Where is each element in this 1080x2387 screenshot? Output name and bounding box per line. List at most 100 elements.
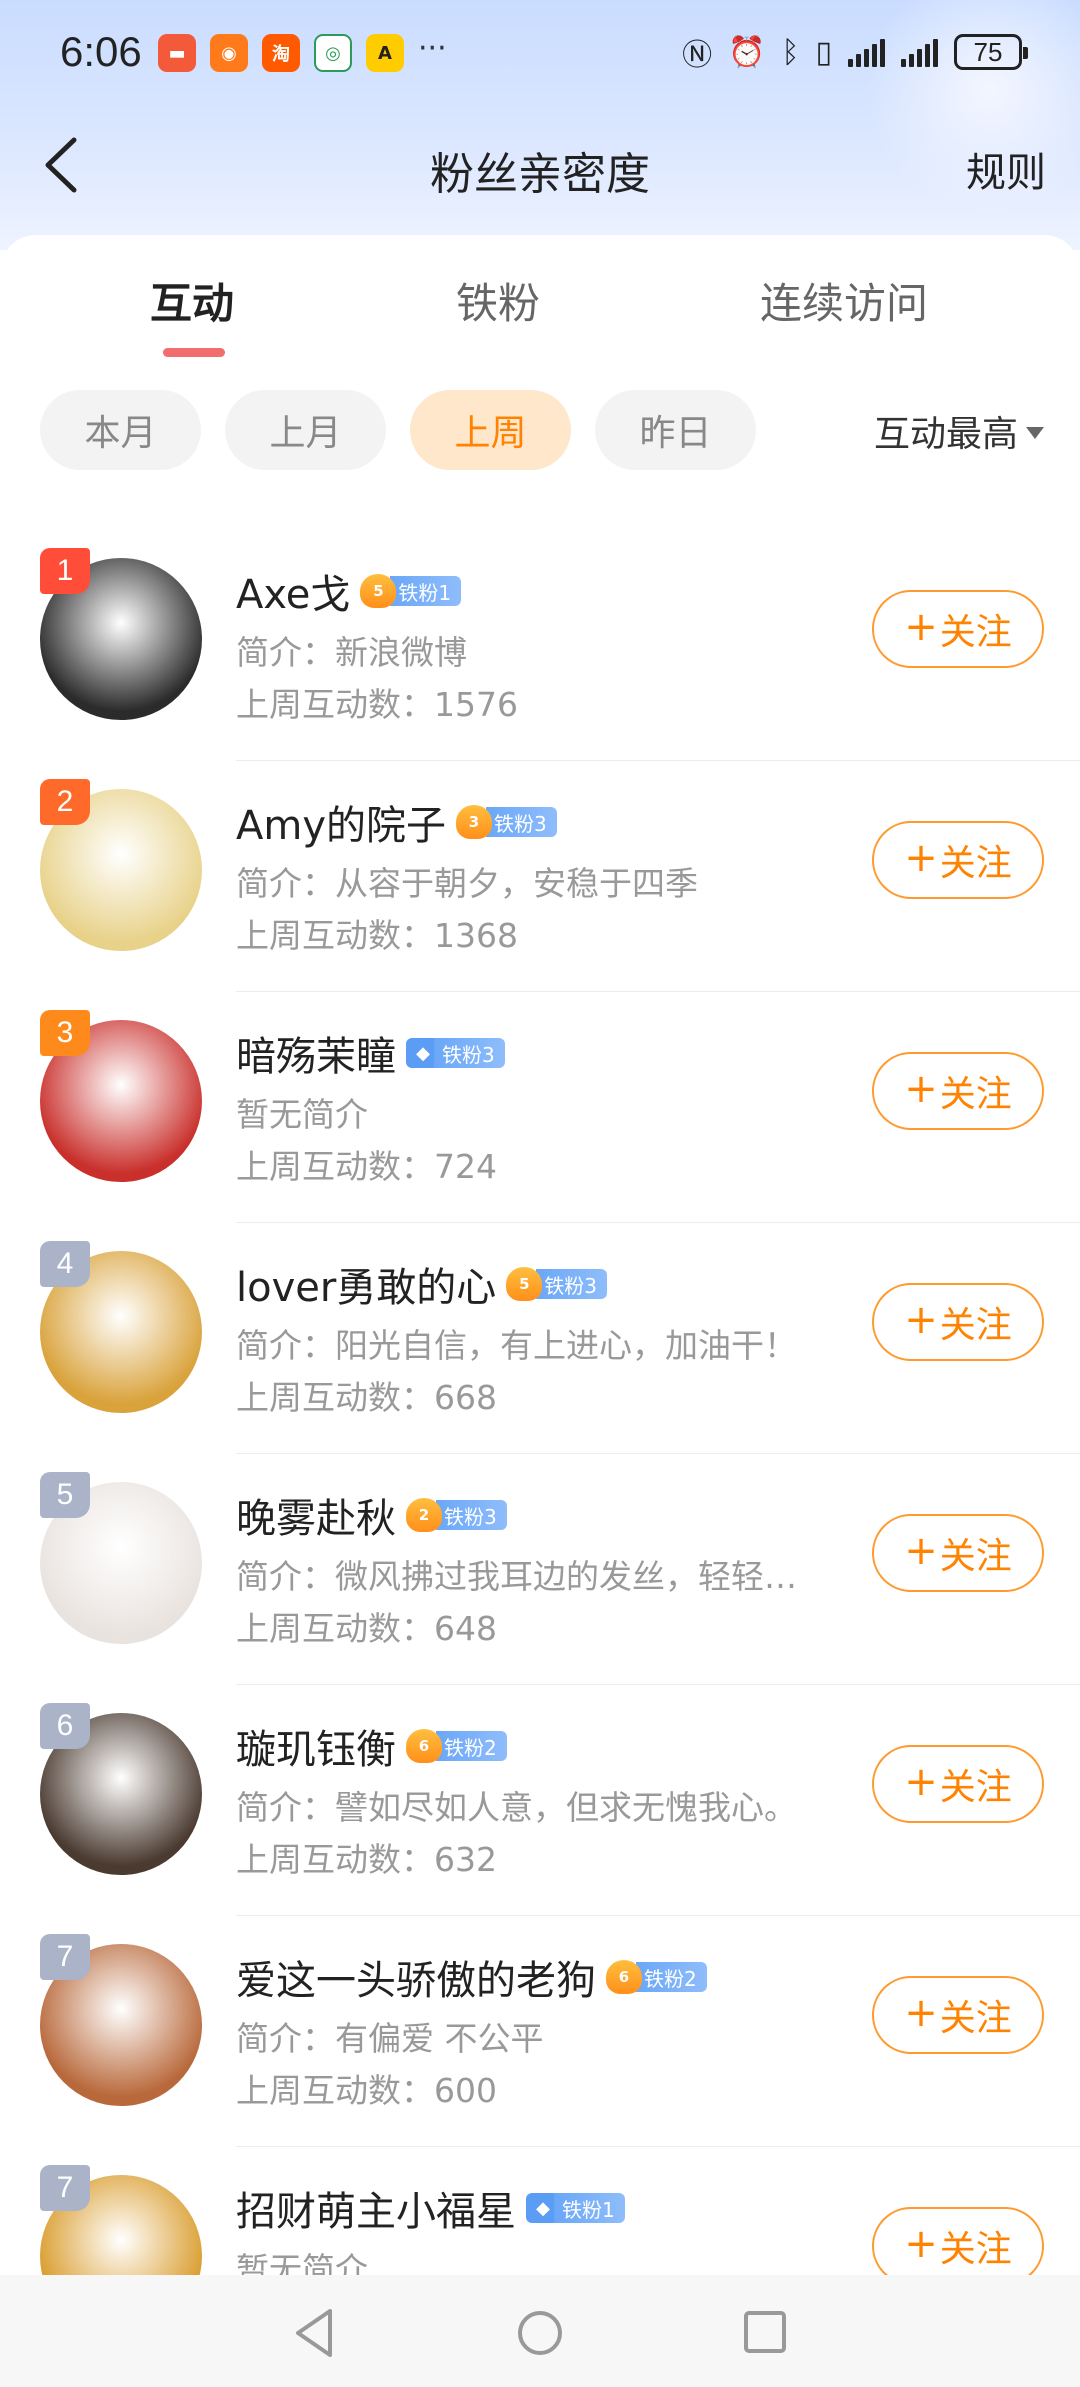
- rank-badge: 4: [40, 1241, 90, 1287]
- follow-button[interactable]: + 关注: [872, 1514, 1044, 1592]
- fan-row[interactable]: 7 爱这一头骄傲的老狗 6 铁粉2 简介：有偏爱 不公平 上周互动数：600 + 关注: [0, 1916, 1080, 2147]
- fan-bio: 简介：微风拂过我耳边的发丝，轻轻…: [236, 1557, 797, 1596]
- follow-label: 关注: [939, 843, 1012, 884]
- tab-iron-fans[interactable]: 铁粉: [456, 270, 540, 331]
- follow-button[interactable]: + 关注: [872, 1745, 1044, 1823]
- iron-fan-badge: 3 铁粉3: [456, 805, 557, 839]
- interaction-count: 上周互动数：668: [236, 1378, 497, 1417]
- fan-name[interactable]: 爱这一头骄傲的老狗: [236, 1948, 596, 2006]
- tab-bar: 互动 铁粉 连续访问: [0, 270, 1080, 360]
- signal-icon-2: [901, 37, 938, 67]
- battery-icon: 75: [954, 34, 1028, 70]
- follow-button[interactable]: + 关注: [872, 1976, 1044, 2054]
- rank-badge: 6: [40, 1703, 90, 1749]
- fan-name[interactable]: 暗殇茉瞳: [236, 1024, 396, 1082]
- iron-fan-badge: ◆ 铁粉1: [526, 2191, 625, 2225]
- alarm-icon: ⏰: [728, 34, 766, 70]
- fan-name[interactable]: Axe戈: [236, 562, 350, 620]
- nav-back-icon[interactable]: [290, 2305, 340, 2361]
- signal-icon: [848, 37, 885, 67]
- fan-bio: 简介：阳光自信，有上进心，加油干！: [236, 1326, 797, 1365]
- follow-button[interactable]: + 关注: [872, 2207, 1044, 2285]
- filter-this-month[interactable]: 本月: [40, 390, 201, 470]
- crown-icon: 2: [406, 1498, 442, 1532]
- interaction-count: 上周互动数：724: [236, 1147, 497, 1186]
- fan-intimacy-page: 6:06 ▬ ◉ 淘 ◎ A ··· Ⓝ ⏰ ᛒ ▯ 75 粉丝亲密度 规则 互…: [0, 0, 1080, 2387]
- rank-badge: 5: [40, 1472, 90, 1518]
- name-line: 璇玑钰衡 6 铁粉2: [236, 1717, 507, 1775]
- tab-indicator: [163, 348, 225, 357]
- rules-button[interactable]: 规则: [966, 140, 1046, 198]
- follow-label: 关注: [939, 1998, 1012, 2039]
- follow-button[interactable]: + 关注: [872, 1052, 1044, 1130]
- fan-name[interactable]: 璇玑钰衡: [236, 1717, 396, 1775]
- time-filters: 本月 上月 上周 昨日: [40, 390, 756, 470]
- badge-text: 铁粉1: [390, 576, 462, 606]
- follow-button[interactable]: + 关注: [872, 821, 1044, 899]
- fan-bio: 简介：有偏爱 不公平: [236, 2019, 544, 2058]
- fan-name[interactable]: 招财萌主小福星: [236, 2179, 516, 2237]
- badge-text: 铁粉3: [434, 1038, 505, 1068]
- interaction-count: 上周互动数：600: [236, 2071, 497, 2110]
- follow-button[interactable]: + 关注: [872, 590, 1044, 668]
- fan-name[interactable]: lover勇敢的心: [236, 1255, 496, 1313]
- follow-button[interactable]: + 关注: [872, 1283, 1044, 1361]
- bank-icon: ◎: [314, 34, 352, 72]
- fan-row[interactable]: 3 暗殇茉瞳 ◆ 铁粉3 暂无简介 上周互动数：724 + 关注: [0, 992, 1080, 1223]
- fan-row[interactable]: 1 Axe戈 5 铁粉1 简介：新浪微博上周互动数：1576 + 关注: [0, 530, 1080, 761]
- rank-badge: 2: [40, 779, 90, 825]
- tab-continuous-visits[interactable]: 连续访问: [760, 270, 928, 331]
- nav-recents-icon[interactable]: [740, 2305, 790, 2361]
- badge-text: 铁粉1: [554, 2193, 625, 2223]
- iron-fan-badge: 6 铁粉2: [606, 1960, 707, 1994]
- filter-yesterday[interactable]: 昨日: [595, 390, 756, 470]
- fan-row[interactable]: 5 晚雾赴秋 2 铁粉3 简介：微风拂过我耳边的发丝，轻轻… 上周互动数：648 + 关注: [0, 1454, 1080, 1685]
- taobao-icon: 淘: [262, 34, 300, 72]
- fan-row[interactable]: 6 璇玑钰衡 6 铁粉2 简介：譬如尽如人意，但求无愧我心。 上周互动数：632 + 关注: [0, 1685, 1080, 1916]
- name-line: 爱这一头骄傲的老狗 6 铁粉2: [236, 1948, 707, 2006]
- sort-dropdown[interactable]: 互动最高: [874, 405, 1044, 457]
- iron-fan-badge: 2 铁粉3: [406, 1498, 507, 1532]
- plus-icon: +: [904, 1528, 938, 1574]
- fan-name[interactable]: 晚雾赴秋: [236, 1486, 396, 1544]
- crown-icon: 3: [456, 805, 492, 839]
- filter-last-week[interactable]: 上周: [410, 390, 571, 470]
- sort-label: 互动最高: [873, 414, 1018, 455]
- crown-icon: 6: [606, 1960, 642, 1994]
- notification-icons: ▬ ◉ 淘 ◎ A ···: [158, 34, 447, 72]
- yellow-app-icon: A: [366, 34, 404, 72]
- rank-badge: 7: [40, 2165, 90, 2211]
- follow-label: 关注: [939, 1074, 1012, 1115]
- follow-label: 关注: [939, 1305, 1012, 1346]
- interaction-count: 上周互动数：1576: [236, 685, 518, 724]
- system-icons: Ⓝ ⏰ ᛒ ▯ 75: [682, 30, 1028, 74]
- filter-last-month[interactable]: 上月: [225, 390, 386, 470]
- fan-row[interactable]: 4 lover勇敢的心 5 铁粉3 简介：阳光自信，有上进心，加油干！ 上周互动数：668…: [0, 1223, 1080, 1454]
- badge-text: 铁粉2: [436, 1731, 507, 1761]
- badge-text: 铁粉3: [486, 807, 557, 837]
- nav-home-icon[interactable]: [515, 2305, 565, 2361]
- page-title: 粉丝亲密度: [430, 149, 650, 200]
- rank-badge: 1: [40, 548, 90, 594]
- fan-bio: 简介：新浪微博: [236, 633, 467, 672]
- crown-icon: 5: [506, 1267, 543, 1301]
- more-notifications-icon: ···: [418, 31, 447, 66]
- plus-icon: +: [904, 1066, 938, 1112]
- crown-icon: 5: [360, 574, 397, 608]
- badge-text: 铁粉2: [636, 1962, 707, 1992]
- system-navigation-bar: [0, 2275, 1080, 2387]
- rank-badge: 7: [40, 1934, 90, 1980]
- badge-text: 铁粉3: [536, 1269, 608, 1299]
- plus-icon: +: [904, 1990, 938, 2036]
- fan-name[interactable]: Amy的院子: [236, 793, 446, 851]
- plus-icon: +: [904, 1759, 938, 1805]
- name-line: Axe戈 5 铁粉1: [236, 562, 462, 620]
- iron-fan-badge: 5 铁粉1: [360, 574, 462, 608]
- interaction-count: 上周互动数：648: [236, 1609, 497, 1648]
- tab-interaction[interactable]: 互动: [150, 270, 234, 331]
- interaction-count: 上周互动数：632: [236, 1840, 497, 1879]
- interaction-count: 上周互动数：1368: [236, 916, 518, 955]
- name-line: lover勇敢的心 5 铁粉3: [236, 1255, 608, 1313]
- vibrate-icon: ▯: [815, 34, 832, 70]
- fan-row[interactable]: 2 Amy的院子 3 铁粉3 简介：从容于朝夕，安稳于四季 上周互动数：1368 + 关注: [0, 761, 1080, 992]
